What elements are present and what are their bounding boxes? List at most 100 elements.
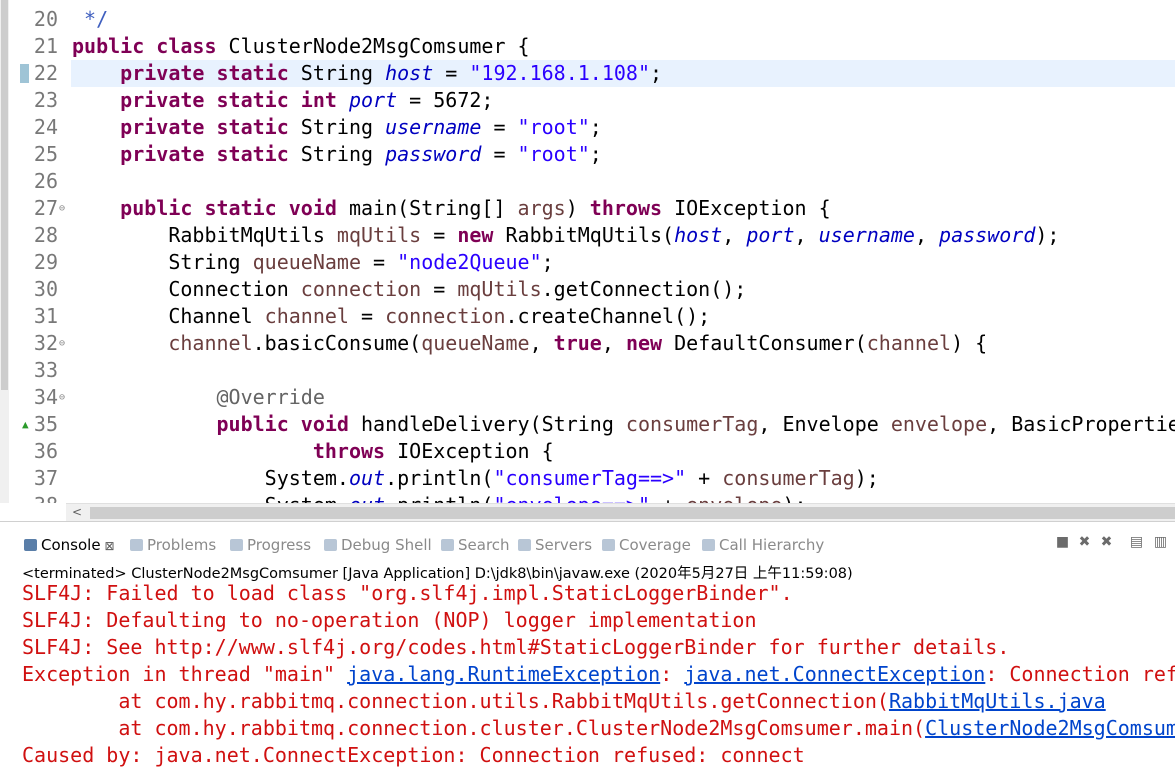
code-token: new (457, 223, 506, 247)
code-text: channel.basicConsume(queueName, true, ne… (71, 330, 1175, 357)
console-line: Exception in thread "main" java.lang.Run… (22, 661, 1175, 688)
code-token: queueName (252, 250, 361, 274)
console-line: at com.hy.rabbitmq.connection.cluster.Cl… (22, 715, 1175, 742)
code-token: username (818, 223, 915, 247)
tab-search[interactable]: Search (441, 536, 510, 554)
line-number: 35 (33, 412, 58, 436)
code-token: port (348, 88, 398, 112)
tab-debug-shell[interactable]: Debug Shell (324, 536, 432, 554)
tab-servers[interactable]: Servers (518, 536, 592, 554)
code-token: , (914, 223, 940, 247)
code-text: public void handleDelivery(String consum… (71, 411, 1175, 438)
code-line[interactable]: 37 System.out.println("consumerTag==>" +… (10, 465, 1175, 492)
code-token: out (349, 493, 385, 503)
code-token: password (939, 223, 1036, 247)
console-link[interactable]: java.lang.RuntimeException (347, 662, 660, 686)
code-token: Channel (72, 304, 265, 328)
code-line[interactable]: 31 Channel channel = connection.createCh… (10, 303, 1175, 330)
clear-console-icon[interactable]: ▤ (1129, 534, 1144, 550)
code-line[interactable]: 24 private static String username = "roo… (10, 114, 1175, 141)
code-line[interactable]: 27 ⊖ public static void main(String[] arg… (10, 195, 1175, 222)
code-line[interactable]: 21 public class ClusterNode2MsgComsumer { (10, 33, 1175, 60)
code-token: ClusterNode2MsgComsumer { (228, 34, 530, 58)
line-number: 21 (33, 34, 58, 58)
code-token: new (625, 331, 675, 355)
fold-toggle-icon[interactable]: ⊖ (59, 384, 65, 411)
code-token: RabbitMqUtils (72, 223, 337, 247)
code-token: , (794, 223, 819, 247)
code-token: .createChannel(); (505, 304, 711, 328)
code-token: main(String[] (348, 196, 518, 220)
code-line[interactable]: 22 private static String host = "192.168… (10, 60, 1175, 87)
code-token: "192.168.1.108" (469, 61, 651, 85)
code-line[interactable]: 28 RabbitMqUtils mqUtils = new RabbitMqU… (10, 222, 1175, 249)
code-token: args (517, 196, 566, 220)
code-token: private static int (120, 88, 349, 112)
code-token: true (553, 331, 602, 355)
console-line: SLF4J: Defaulting to no-operation (NOP) … (22, 607, 1175, 634)
vertical-scrollbar[interactable] (0, 0, 9, 503)
tab-call-hierarchy[interactable]: Call Hierarchy (702, 536, 824, 554)
code-token: handleDelivery(String (361, 412, 626, 436)
line-number: 26 (33, 169, 58, 193)
console-text: at com.hy.rabbitmq.connection.cluster.Cl… (22, 716, 926, 740)
code-line[interactable]: 34 ⊖ @Override (10, 384, 1175, 411)
code-line[interactable]: 20 */ (10, 6, 1175, 33)
code-token: envelope (890, 412, 988, 436)
code-token: ); (854, 466, 879, 490)
code-line[interactable]: 29 String queueName = "node2Queue"; (10, 249, 1175, 276)
progress-icon (230, 539, 243, 551)
code-token: = (481, 115, 518, 139)
code-token: public static void (120, 196, 349, 220)
scroll-left-icon[interactable]: < (72, 504, 82, 521)
code-line[interactable]: 33 (10, 357, 1175, 384)
code-line[interactable]: 38 System.out.println("envelope==>" + en… (10, 492, 1175, 503)
vertical-scroll-thumb[interactable] (1, 0, 8, 390)
code-editor[interactable]: 20 */21 public class ClusterNode2MsgComsu… (0, 0, 1175, 503)
console-toolbar: ■ ✖ ✖ ▤ ▥ (1055, 534, 1175, 554)
code-token: + (686, 466, 723, 490)
code-text: System.out.println("envelope==>" + envel… (71, 492, 1175, 503)
remove-all-icon[interactable]: ✖ (1099, 534, 1114, 550)
code-token: , (529, 331, 554, 355)
code-line[interactable]: 36 throws IOException { (10, 438, 1175, 465)
fold-toggle-icon[interactable]: ⊖ (59, 195, 65, 222)
code-token: ) (565, 196, 590, 220)
code-token: mqUtils (336, 223, 422, 247)
horizontal-scroll-thumb[interactable] (90, 507, 1175, 519)
remove-launch-icon[interactable]: ✖ (1077, 534, 1092, 550)
console-link[interactable]: ClusterNode2MsgComsumer.java (925, 716, 1175, 740)
code-token: .println( (385, 493, 493, 503)
horizontal-scrollbar[interactable]: < (66, 503, 1175, 522)
console-panel: ■ ✖ ✖ ▤ ▥ Console ⊠ Problems Progress Debug … (0, 521, 1175, 767)
tab-progress[interactable]: Progress (230, 536, 311, 554)
tab-problems[interactable]: Problems (130, 536, 216, 554)
tab-coverage[interactable]: Coverage (602, 536, 691, 554)
code-token: port (746, 223, 795, 247)
code-line[interactable]: ▲ 35 public void handleDelivery(String co… (10, 411, 1175, 438)
code-token: String (300, 142, 386, 166)
console-link[interactable]: java.net.ConnectException (684, 662, 985, 686)
code-token: host (674, 223, 723, 247)
console-link[interactable]: RabbitMqUtils.java (889, 689, 1106, 713)
code-token: channel (168, 331, 253, 355)
code-token: channel (866, 331, 952, 355)
code-text: @Override (71, 384, 1175, 411)
scroll-lock-icon[interactable]: ▥ (1153, 534, 1168, 550)
code-line[interactable]: 32 ⊖ channel.basicConsume(queueName, true… (10, 330, 1175, 357)
code-token: mqUtils (457, 277, 542, 301)
line-number: 22 (33, 61, 58, 85)
console-text: SLF4J: See http://www.slf4j.org/codes.ht… (22, 635, 1010, 659)
code-line[interactable]: 23 private static int port = 5672; (10, 87, 1175, 114)
close-icon[interactable]: ⊠ (105, 539, 115, 553)
code-line[interactable]: 26 (10, 168, 1175, 195)
code-line[interactable]: 30 Connection connection = mqUtils.getCo… (10, 276, 1175, 303)
code-line[interactable]: 25 private static String password = "roo… (10, 141, 1175, 168)
code-token: envelope (686, 493, 782, 503)
tab-console[interactable]: Console ⊠ (24, 536, 115, 554)
stop-icon[interactable]: ■ (1055, 534, 1070, 550)
code-token: @Override (216, 385, 325, 409)
fold-toggle-icon[interactable]: ⊖ (59, 330, 65, 357)
